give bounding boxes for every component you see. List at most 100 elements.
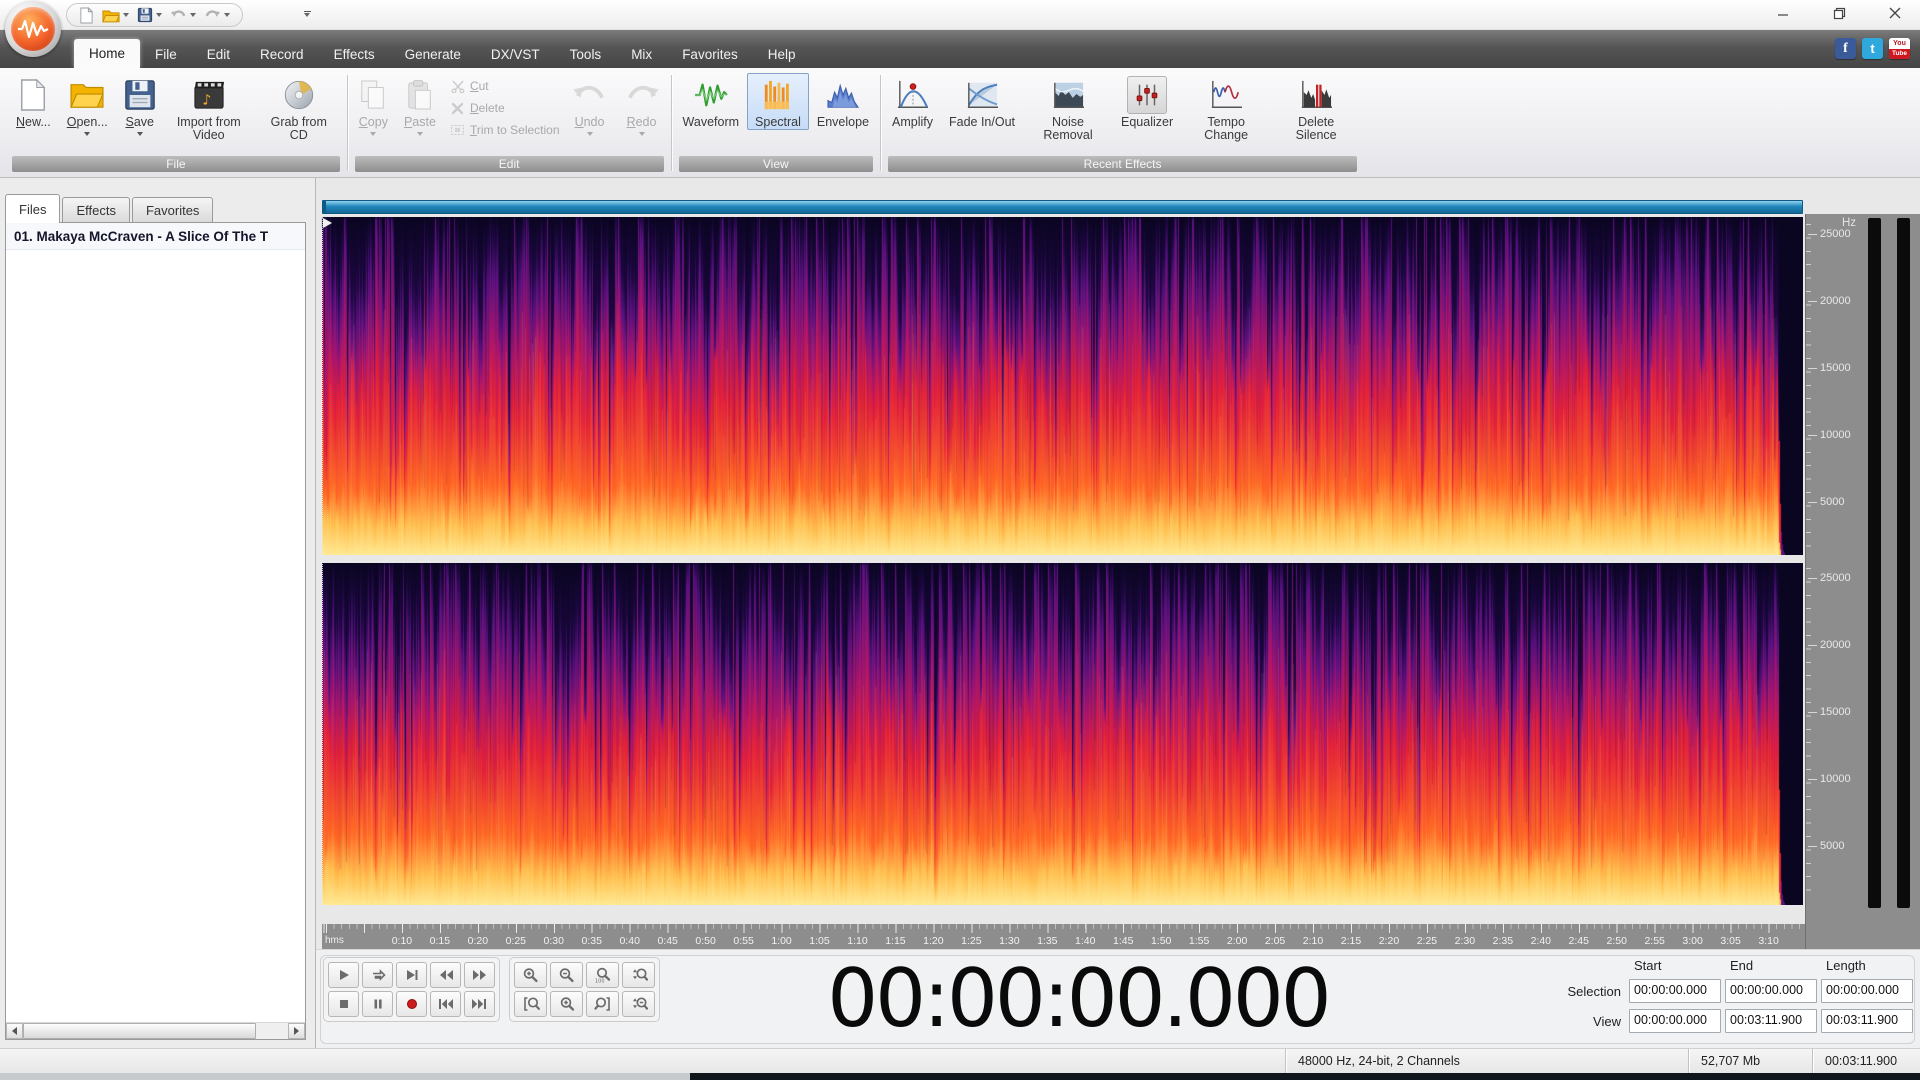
scroll-left-button[interactable]: [6, 1023, 23, 1039]
app-logo[interactable]: [5, 1, 61, 57]
pause-button[interactable]: [362, 991, 393, 1017]
stop-button[interactable]: [328, 991, 359, 1017]
equalizer-button[interactable]: Equalizer: [1113, 73, 1181, 130]
freq-tick-label: 20000: [1820, 639, 1851, 651]
maximize-button[interactable]: [1824, 2, 1854, 24]
tab-generate[interactable]: Generate: [390, 41, 476, 68]
redo-button[interactable]: [202, 7, 232, 23]
tempo-change-button[interactable]: Tempo Change: [1181, 73, 1271, 143]
facebook-icon[interactable]: f: [1835, 38, 1856, 59]
ruler-label: 0:15: [429, 935, 451, 947]
dropdown-arrow-icon[interactable]: [84, 132, 91, 136]
redo-dropdown-icon[interactable]: [224, 13, 230, 17]
new-file-button[interactable]: [77, 6, 96, 25]
envelope-view-button[interactable]: Envelope: [809, 73, 877, 130]
play-to-end-button[interactable]: [396, 962, 427, 988]
spectrogram-channel-2[interactable]: [322, 563, 1803, 905]
ruler-label: 0:25: [505, 935, 527, 947]
cut-button[interactable]: Cut: [450, 77, 560, 95]
file-list-horizontal-scrollbar[interactable]: [6, 1022, 305, 1039]
delete-silence-button[interactable]: Delete Silence: [1271, 73, 1361, 143]
delete-button[interactable]: Delete: [450, 99, 560, 117]
seek-overview-bar[interactable]: [322, 200, 1803, 214]
amplify-button[interactable]: Amplify: [884, 73, 941, 130]
zoom-out-button[interactable]: [550, 962, 583, 988]
sidebar-tab-files[interactable]: Files: [5, 194, 61, 223]
spectrogram-channel-1[interactable]: [322, 217, 1803, 555]
play-button[interactable]: [328, 962, 359, 988]
view-start-field[interactable]: 00:00:00.000: [1629, 1009, 1721, 1033]
zoom-vertical-in-icon: [632, 968, 648, 981]
dropdown-arrow-icon[interactable]: [136, 132, 143, 136]
sidebar-tab-effects[interactable]: Effects: [62, 197, 130, 222]
file-list-item[interactable]: 01. Makaya McCraven - A Slice Of The T: [6, 223, 305, 250]
fast-forward-button[interactable]: [464, 962, 495, 988]
playhead-line[interactable]: [322, 217, 323, 905]
twitter-icon[interactable]: t: [1862, 38, 1883, 59]
tab-file[interactable]: File: [140, 41, 192, 68]
playhead-marker-icon[interactable]: [323, 218, 332, 228]
new-button[interactable]: New...: [8, 73, 59, 130]
tab-dx-vst[interactable]: DX/VST: [476, 41, 555, 68]
save-button[interactable]: Save: [116, 73, 164, 137]
copy-button[interactable]: Copy: [351, 73, 396, 137]
fade-in-out-button[interactable]: Fade In/Out: [941, 73, 1023, 130]
selection-end-field[interactable]: 00:00:00.000: [1725, 979, 1817, 1003]
record-button[interactable]: [396, 991, 427, 1017]
zoom-vertical-in-button[interactable]: [622, 962, 655, 988]
zoom-100-button[interactable]: 100: [586, 962, 619, 988]
scrollbar-thumb[interactable]: [23, 1023, 257, 1039]
selection-length-field[interactable]: 00:00:00.000: [1821, 979, 1913, 1003]
save-button[interactable]: [135, 6, 164, 24]
customize-quick-access-button[interactable]: [300, 6, 314, 22]
open-button[interactable]: [100, 7, 131, 24]
trim-to-selection-button[interactable]: Trim to Selection: [450, 121, 560, 139]
zoom-in-button[interactable]: [514, 962, 547, 988]
tab-mix[interactable]: Mix: [616, 41, 667, 68]
close-button[interactable]: [1880, 2, 1910, 24]
zoom-selection-start-button[interactable]: [514, 991, 547, 1017]
go-to-start-button[interactable]: [430, 991, 461, 1017]
zoom-selection-button[interactable]: [550, 991, 583, 1017]
save-dropdown-icon[interactable]: [156, 13, 162, 17]
rewind-button[interactable]: [430, 962, 461, 988]
undo-arrow-icon: [572, 76, 608, 114]
selection-start-field[interactable]: 00:00:00.000: [1629, 979, 1721, 1003]
paste-button[interactable]: Paste: [396, 73, 444, 137]
tab-edit[interactable]: Edit: [192, 41, 245, 68]
tab-home[interactable]: Home: [74, 39, 141, 68]
noise-removal-button[interactable]: Noise Removal: [1023, 73, 1113, 143]
new-file-icon: [80, 6, 94, 23]
ruler-label: 3:05: [1720, 935, 1741, 947]
spectral-view-button[interactable]: Spectral: [747, 73, 809, 130]
tab-effects[interactable]: Effects: [319, 41, 390, 68]
tab-tools[interactable]: Tools: [555, 41, 617, 68]
undo-dropdown-icon[interactable]: [190, 13, 196, 17]
social-links: f t You Tube: [1835, 38, 1910, 59]
open-dropdown-icon[interactable]: [123, 13, 129, 17]
open-button[interactable]: Open...: [59, 73, 116, 137]
ruler-label: 1:25: [961, 935, 982, 947]
waveform-view-button[interactable]: Waveform: [675, 73, 748, 130]
view-length-field[interactable]: 00:03:11.900: [1821, 1009, 1913, 1033]
ruler-label: 0:45: [657, 935, 678, 947]
minimize-button[interactable]: [1768, 2, 1798, 24]
view-end-field[interactable]: 00:03:11.900: [1725, 1009, 1817, 1033]
go-to-end-button[interactable]: [464, 991, 495, 1017]
tab-favorites[interactable]: Favorites: [667, 41, 753, 68]
tab-help[interactable]: Help: [753, 41, 811, 68]
scroll-right-button[interactable]: [288, 1023, 305, 1039]
ruler-label: 1:50: [1150, 935, 1172, 947]
redo-ribbon-button[interactable]: Redo: [616, 73, 668, 137]
time-ruler[interactable]: hms 0:10 0:15 0:20 0:25 0:30 0:35 0:40 0:45 0:50…: [322, 924, 1805, 949]
youtube-icon[interactable]: You Tube: [1889, 38, 1910, 59]
import-from-video-button[interactable]: ♪ Import from Video: [164, 73, 254, 143]
loop-button[interactable]: [362, 962, 393, 988]
sidebar-tab-favorites[interactable]: Favorites: [131, 197, 214, 222]
tab-record[interactable]: Record: [245, 41, 319, 68]
zoom-vertical-out-button[interactable]: [622, 991, 655, 1017]
zoom-selection-end-button[interactable]: [586, 991, 619, 1017]
grab-from-cd-button[interactable]: Grab from CD: [254, 73, 344, 143]
undo-ribbon-button[interactable]: Undo: [564, 73, 616, 137]
undo-button[interactable]: [168, 7, 198, 23]
